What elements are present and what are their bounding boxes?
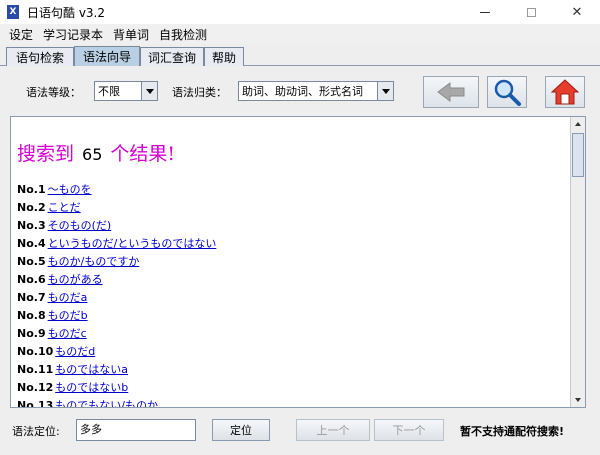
summary-prefix: 搜索到: [17, 143, 75, 165]
close-icon: ✕: [571, 4, 583, 20]
scroll-thumb[interactable]: [572, 133, 584, 177]
minimize-button[interactable]: [462, 0, 508, 24]
item-number: No.3: [17, 219, 46, 232]
prev-button[interactable]: 上一个: [296, 419, 370, 441]
grammar-link[interactable]: ものでもない/ものか: [55, 399, 158, 407]
item-number: No.13: [17, 399, 54, 408]
item-number: No.7: [17, 291, 46, 304]
scroll-down-icon: [575, 398, 581, 402]
grammar-link[interactable]: ものだb: [48, 309, 88, 322]
summary-suffix: 个结果!: [110, 143, 176, 165]
list-item: No.13 ものでもない/ものか: [17, 397, 567, 408]
app-icon: X: [7, 5, 19, 19]
grammar-link[interactable]: ことだ: [48, 201, 81, 214]
item-number: No.5: [17, 255, 46, 268]
home-button[interactable]: [545, 76, 585, 108]
arrow-left-icon: [437, 82, 465, 102]
grammar-link[interactable]: そのもの(だ): [48, 219, 112, 232]
level-label: 语法等级：: [26, 86, 81, 99]
grammar-link[interactable]: ものか/ものですか: [48, 255, 140, 268]
item-number: No.9: [17, 327, 46, 340]
category-dropdown-arrow[interactable]: [377, 82, 393, 100]
locate-input[interactable]: 多多: [76, 419, 196, 441]
scroll-up-icon: [575, 122, 581, 126]
tab-sentence-search[interactable]: 语句检索: [6, 47, 74, 66]
list-item: No.3 そのもの(だ): [17, 217, 567, 235]
locate-label: 语法定位:: [12, 425, 60, 438]
menu-bar: 设定 学习记录本 背单词 自我检测: [0, 24, 600, 44]
tab-vocabulary-lookup[interactable]: 词汇查询: [140, 47, 204, 66]
search-button[interactable]: [487, 76, 527, 108]
list-item: No.12 ものではないb: [17, 379, 567, 397]
grammar-link[interactable]: ～ものを: [48, 183, 92, 196]
result-summary: 搜索到 65 个结果!: [17, 139, 567, 165]
category-label: 语法归类：: [172, 86, 227, 99]
grammar-link[interactable]: ものだd: [55, 345, 95, 358]
grammar-link[interactable]: というものだ/というものではない: [48, 237, 217, 250]
window-controls: ✕: [462, 0, 600, 24]
maximize-button[interactable]: [508, 0, 554, 24]
chevron-down-icon: [381, 88, 390, 94]
list-item: No.1 ～ものを: [17, 181, 567, 199]
grammar-link[interactable]: ものだa: [48, 291, 88, 304]
item-number: No.4: [17, 237, 46, 250]
grammar-link[interactable]: ものではないa: [55, 363, 128, 376]
title-bar: X 日语句酷 v3.2 ✕: [0, 0, 600, 24]
menu-self-test[interactable]: 自我检测: [154, 26, 212, 43]
level-select[interactable]: 不限: [94, 81, 158, 101]
next-button[interactable]: 下一个: [374, 419, 444, 441]
result-count: 65: [82, 145, 103, 164]
grammar-link[interactable]: ものだc: [48, 327, 87, 340]
wildcard-note: 暂不支持通配符搜索!: [460, 425, 565, 438]
results-content: 搜索到 65 个结果! No.1 ～ものを No.2 ことだ No.3 そのもの(だ) N…: [17, 139, 567, 408]
list-item: No.2 ことだ: [17, 199, 567, 217]
list-item: No.4 というものだ/というものではない: [17, 235, 567, 253]
menu-study-notebook[interactable]: 学习记录本: [38, 26, 108, 43]
scroll-up-button[interactable]: [571, 117, 585, 131]
close-button[interactable]: ✕: [554, 0, 600, 24]
minimize-icon: [480, 11, 490, 13]
tab-help[interactable]: 帮助: [204, 47, 244, 66]
tab-bar: 语句检索 语法向导 词汇查询 帮助: [0, 44, 600, 66]
list-item: No.9 ものだc: [17, 325, 567, 343]
list-item: No.10 ものだd: [17, 343, 567, 361]
level-select-value: 不限: [98, 85, 120, 98]
list-item: No.8 ものだb: [17, 307, 567, 325]
item-number: No.11: [17, 363, 54, 376]
item-number: No.6: [17, 273, 46, 286]
menu-settings[interactable]: 设定: [4, 26, 38, 43]
item-number: No.12: [17, 381, 54, 394]
chevron-down-icon: [145, 88, 154, 94]
item-number: No.2: [17, 201, 46, 214]
result-list: No.1 ～ものを No.2 ことだ No.3 そのもの(だ) No.4 というものだ/…: [17, 181, 567, 408]
list-item: No.5 ものか/ものですか: [17, 253, 567, 271]
list-item: No.6 ものがある: [17, 271, 567, 289]
grammar-guide-panel: 语法等级： 不限 语法归类： 助词、助动词、形式名词 搜索到 65 个结果! N…: [0, 66, 600, 455]
scroll-down-button[interactable]: [571, 393, 585, 407]
home-icon: [550, 79, 580, 105]
results-scrollbar[interactable]: [570, 117, 585, 407]
category-select[interactable]: 助词、助动词、形式名词: [238, 81, 394, 101]
grammar-link[interactable]: ものがある: [48, 273, 103, 286]
results-area[interactable]: 搜索到 65 个结果! No.1 ～ものを No.2 ことだ No.3 そのもの(だ) N…: [10, 116, 586, 408]
tab-grammar-guide[interactable]: 语法向导: [74, 46, 140, 66]
list-item: No.7 ものだa: [17, 289, 567, 307]
maximize-icon: [526, 7, 536, 17]
locate-button[interactable]: 定位: [212, 419, 270, 441]
item-number: No.8: [17, 309, 46, 322]
item-number: No.1: [17, 183, 46, 196]
grammar-link[interactable]: ものではないb: [55, 381, 128, 394]
magnifier-icon: [494, 79, 521, 106]
level-dropdown-arrow[interactable]: [141, 82, 157, 100]
window-title: 日语句酷 v3.2: [27, 5, 106, 20]
item-number: No.10: [17, 345, 54, 358]
list-item: No.11 ものではないa: [17, 361, 567, 379]
category-select-value: 助词、助动词、形式名词: [242, 85, 363, 98]
menu-vocabulary[interactable]: 背单词: [108, 26, 154, 43]
back-button[interactable]: [423, 76, 479, 108]
